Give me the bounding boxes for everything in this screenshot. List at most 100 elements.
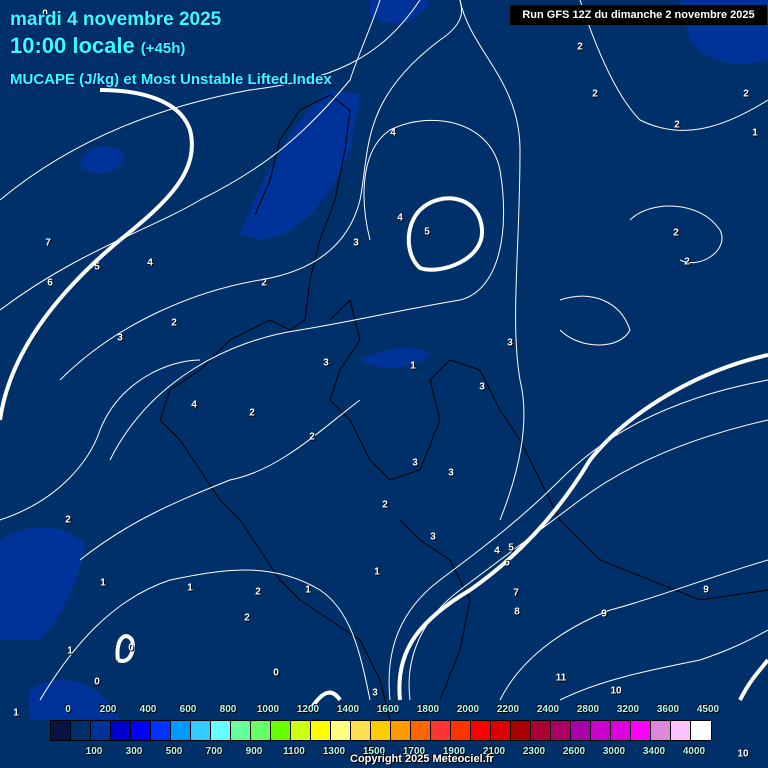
copyright: Copyright 2025 Meteociel.fr bbox=[350, 753, 494, 765]
contour-label: 11 bbox=[555, 672, 567, 684]
contour-label: 3 bbox=[323, 357, 329, 369]
legend-label-bottom: 3000 bbox=[602, 746, 626, 757]
legend-label-bottom: 700 bbox=[205, 746, 223, 757]
contour-label: 7 bbox=[45, 237, 51, 249]
contour-label: 7 bbox=[513, 587, 519, 599]
contour-label: 2 bbox=[674, 119, 680, 131]
contour-label: 2 bbox=[592, 88, 598, 100]
contour-label: 1 bbox=[752, 127, 758, 139]
legend-label-top: 1200 bbox=[296, 704, 320, 715]
legend-swatch bbox=[151, 721, 171, 740]
contour-label: 3 bbox=[412, 457, 418, 469]
legend-label-bottom: 500 bbox=[165, 746, 183, 757]
legend-swatch bbox=[91, 721, 111, 740]
li-contour-closed bbox=[406, 196, 485, 272]
legend-swatch bbox=[71, 721, 91, 740]
color-legend bbox=[50, 720, 712, 741]
legend-swatch bbox=[111, 721, 131, 740]
contour-label: 2 bbox=[171, 317, 177, 329]
legend-swatch bbox=[471, 721, 491, 740]
legend-swatch bbox=[691, 721, 711, 740]
contour-label: 2 bbox=[249, 407, 255, 419]
legend-label-top: 3200 bbox=[616, 704, 640, 715]
contour-label: 4 bbox=[494, 545, 500, 557]
contour-label: 3 bbox=[448, 467, 454, 479]
legend-label-bottom: 900 bbox=[245, 746, 263, 757]
legend-swatch bbox=[651, 721, 671, 740]
contour-label: 3 bbox=[430, 531, 436, 543]
contour-label: 5 bbox=[424, 226, 430, 238]
legend-label-top: 800 bbox=[219, 704, 237, 715]
contour-label: 6 bbox=[504, 557, 510, 569]
legend-label-top: 600 bbox=[179, 704, 197, 715]
local-time: 10:00 locale bbox=[10, 33, 135, 58]
contour-label: 2 bbox=[684, 256, 690, 268]
legend-label-top: 1000 bbox=[256, 704, 280, 715]
legend-swatch bbox=[571, 721, 591, 740]
legend-label-top: 2800 bbox=[576, 704, 600, 715]
contour-label: 5 bbox=[508, 542, 514, 554]
cape-patch-nw bbox=[80, 146, 125, 174]
legend-swatch bbox=[271, 721, 291, 740]
legend-swatch bbox=[291, 721, 311, 740]
contour-label: 9 bbox=[601, 608, 607, 620]
legend-label-bottom: 1100 bbox=[283, 746, 305, 757]
legend-label-bottom: 3400 bbox=[642, 746, 666, 757]
contour-label: 4 bbox=[397, 212, 403, 224]
contour-label: 3 bbox=[507, 337, 513, 349]
legend-label-top: 2000 bbox=[456, 704, 480, 715]
contour-label: 2 bbox=[309, 431, 315, 443]
legend-swatch bbox=[331, 721, 351, 740]
contour-label: 1 bbox=[100, 577, 106, 589]
contour-label: 1 bbox=[374, 566, 380, 578]
contour-label: 2 bbox=[743, 88, 749, 100]
legend-label-top: 2400 bbox=[536, 704, 560, 715]
forecast-date: mardi 4 novembre 2025 bbox=[10, 9, 222, 30]
contour-label: 3 bbox=[372, 687, 378, 699]
contour-label: 2 bbox=[382, 499, 388, 511]
legend-swatch bbox=[191, 721, 211, 740]
parameter-title: MUCAPE (J/kg) et Most Unstable Lifted In… bbox=[10, 71, 332, 88]
li-contour-west bbox=[0, 88, 194, 421]
contour-label: 4 bbox=[147, 257, 153, 269]
contour-label: 1 bbox=[305, 584, 311, 596]
legend-label-top: 4500 bbox=[696, 704, 720, 715]
legend-swatch bbox=[431, 721, 451, 740]
legend-swatch bbox=[491, 721, 511, 740]
contour-label: 2 bbox=[577, 41, 583, 53]
legend-label-bottom: 2300 bbox=[522, 746, 546, 757]
contour-label: 2 bbox=[244, 612, 250, 624]
weather-map: 0221754632244352231342233323122112100103… bbox=[0, 0, 768, 768]
contour-label: 3 bbox=[479, 381, 485, 393]
contour-label: 2 bbox=[65, 514, 71, 526]
legend-swatch bbox=[251, 721, 271, 740]
legend-swatch bbox=[171, 721, 191, 740]
legend-label-bottom: 4000 bbox=[682, 746, 706, 757]
contour-label: 5 bbox=[94, 261, 100, 273]
contour-label: 0 bbox=[94, 676, 100, 688]
legend-label-bottom: 300 bbox=[125, 746, 143, 757]
legend-swatch bbox=[511, 721, 531, 740]
li-contour-se bbox=[738, 658, 768, 701]
legend-label-bottom: 100 bbox=[85, 746, 103, 757]
legend-label-bottom: 1300 bbox=[322, 746, 346, 757]
contour-label: 9 bbox=[703, 584, 709, 596]
contour-label: 1 bbox=[13, 707, 19, 719]
legend-swatch bbox=[531, 721, 551, 740]
contour-label: 3 bbox=[117, 332, 123, 344]
contour-label: 2 bbox=[673, 227, 679, 239]
run-label: Run GFS 12Z du dimanche 2 novembre 2025 bbox=[510, 5, 767, 25]
legend-label-top: 200 bbox=[99, 704, 117, 715]
contour-label: 2 bbox=[255, 586, 261, 598]
legend-swatch bbox=[671, 721, 691, 740]
cape-patches bbox=[0, 0, 768, 720]
legend-swatch bbox=[231, 721, 251, 740]
legend-label-top: 1800 bbox=[416, 704, 440, 715]
forecast-offset: (+45h) bbox=[140, 40, 186, 57]
legend-swatch bbox=[631, 721, 651, 740]
legend-label-bottom: 2600 bbox=[562, 746, 586, 757]
legend-swatch bbox=[311, 721, 331, 740]
legend-swatch bbox=[371, 721, 391, 740]
contour-label: 1 bbox=[187, 582, 193, 594]
contour-label: 2 bbox=[261, 277, 267, 289]
